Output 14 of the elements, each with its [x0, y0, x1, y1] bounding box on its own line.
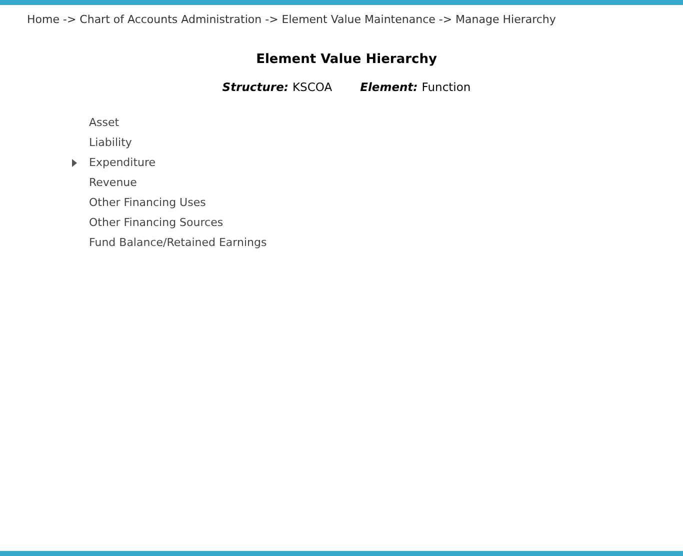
info-value: KSCOA [292, 79, 332, 96]
tree-item[interactable]: Other Financing Uses [89, 194, 206, 211]
expand-arrow-icon[interactable] [72, 158, 77, 167]
tree-item[interactable]: Revenue [89, 174, 137, 191]
breadcrumb: Home -> Chart of Accounts Administration -> Element Value Maintenance -> Manage Hierarchy [27, 13, 556, 26]
info-label: Structure: [222, 79, 289, 96]
page-title: Element Value Hierarchy [256, 50, 437, 68]
tree-item[interactable]: Expenditure [89, 154, 156, 171]
info-label: Element: [360, 79, 418, 96]
tree-item[interactable]: Fund Balance/Retained Earnings [89, 234, 267, 251]
info-value: Function [422, 79, 471, 96]
tree-item[interactable]: Asset [89, 114, 120, 131]
tree-item[interactable]: Liability [89, 134, 132, 151]
tree-item[interactable]: Other Financing Sources [89, 214, 224, 231]
